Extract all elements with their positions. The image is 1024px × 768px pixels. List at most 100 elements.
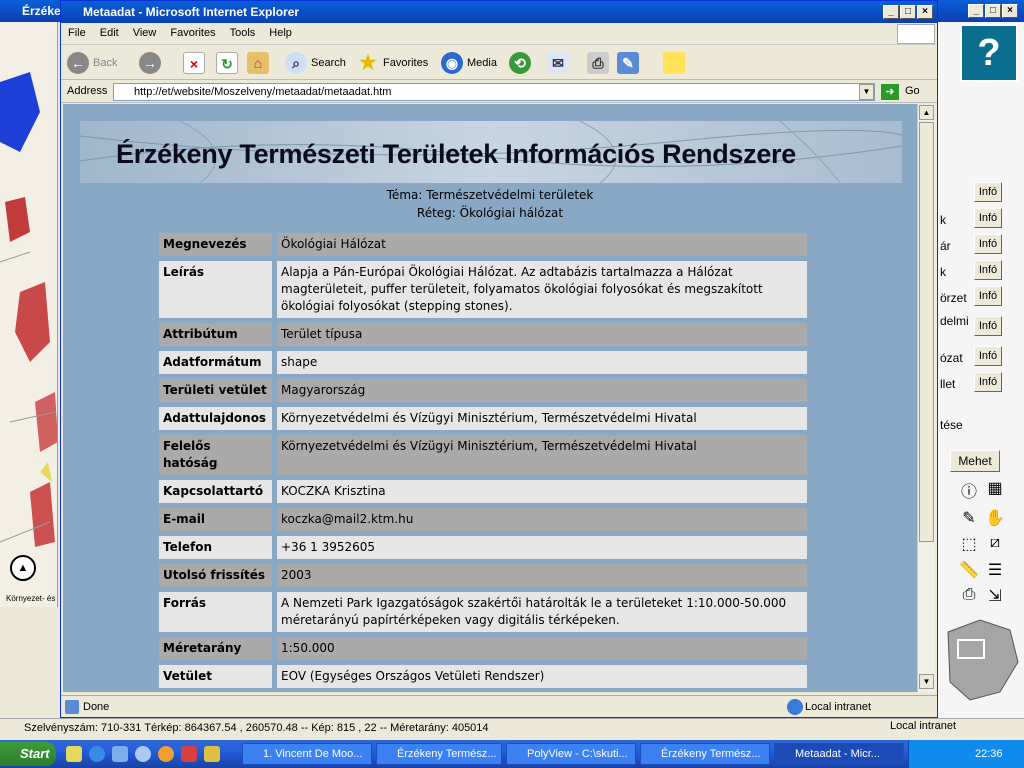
- address-dropdown-icon[interactable]: ▼: [859, 84, 874, 100]
- print-button[interactable]: ⎙: [587, 50, 609, 76]
- minimize-icon[interactable]: _: [968, 4, 984, 18]
- app-icon[interactable]: [204, 746, 220, 762]
- map-view[interactable]: ▲ Környezet- és: [0, 22, 58, 607]
- favorites-button[interactable]: ★ Favorites: [357, 50, 428, 76]
- scroll-down-icon[interactable]: ▼: [919, 674, 934, 689]
- menu-edit[interactable]: Edit: [93, 23, 126, 39]
- address-input[interactable]: http://et/website/Moszelveny/metaadat/me…: [113, 83, 875, 101]
- start-button[interactable]: Start: [0, 742, 56, 766]
- toolbar: ← Back → × ↻ ⌂ ⌕ Search ★ Favorites ◉ Media …: [61, 46, 937, 80]
- info-tool-icon[interactable]: ⓘ: [956, 478, 982, 502]
- menu-favorites[interactable]: Favorites: [163, 23, 222, 39]
- favorites-label: Favorites: [383, 57, 429, 69]
- info-button[interactable]: Infó: [974, 234, 1002, 254]
- quicklaunch-icon[interactable]: [66, 746, 82, 762]
- refresh-button[interactable]: ↻: [216, 50, 238, 76]
- go-icon[interactable]: ➜: [881, 84, 899, 100]
- history-button[interactable]: ⟲: [509, 50, 531, 76]
- info-button[interactable]: Infó: [974, 286, 1002, 306]
- next-button[interactable]: Mehet: [950, 450, 1000, 472]
- windows-logo-icon: [897, 24, 935, 44]
- address-label: Address: [67, 85, 108, 97]
- task-erzekeny-1[interactable]: Érzékeny Termész...: [376, 743, 502, 765]
- info-button[interactable]: Infó: [974, 316, 1002, 336]
- field-label: Vetület: [159, 665, 277, 688]
- media-button[interactable]: ◉ Media: [441, 50, 497, 76]
- table-row: E-mail koczka@mail2.ktm.hu: [159, 508, 807, 531]
- pan-tool-icon[interactable]: ✋: [982, 508, 1008, 528]
- list-tool-icon[interactable]: ☰: [982, 560, 1008, 580]
- task-vincent[interactable]: 1. Vincent De Moo...: [242, 743, 372, 765]
- field-value: EOV (Egységes Országos Vetületi Rendszer…: [277, 665, 807, 688]
- search-icon: ⌕: [285, 52, 307, 74]
- search-button[interactable]: ⌕ Search: [285, 50, 346, 76]
- menu-tools[interactable]: Tools: [223, 23, 263, 39]
- media-label: Media: [467, 57, 497, 69]
- ie-window: Metaadat - Microsoft Internet Explorer _…: [60, 0, 938, 718]
- home-icon: ⌂: [247, 52, 269, 74]
- ie-icon[interactable]: [89, 746, 105, 762]
- field-label: Megnevezés: [159, 233, 277, 256]
- field-value: Magyarország: [277, 379, 807, 402]
- close-icon[interactable]: ×: [917, 5, 933, 19]
- print-tool-icon[interactable]: ⎙: [956, 586, 982, 606]
- app-icon[interactable]: [181, 746, 197, 762]
- menu-file[interactable]: File: [61, 23, 93, 39]
- edit-button[interactable]: ✎: [617, 50, 639, 76]
- field-value: Környezetvédelmi és Vízügyi Minisztérium…: [277, 435, 807, 475]
- measure-tool-icon[interactable]: 📏: [956, 560, 982, 580]
- info-button[interactable]: Infó: [974, 372, 1002, 392]
- erase-tool-icon[interactable]: ⧄: [982, 534, 1008, 554]
- info-button[interactable]: Infó: [974, 346, 1002, 366]
- field-value: +36 1 3952605: [277, 536, 807, 559]
- go-button[interactable]: Go: [905, 85, 920, 97]
- field-value: 2003: [277, 564, 807, 587]
- menu-view[interactable]: View: [126, 23, 164, 39]
- panel-label: delmi: [940, 314, 969, 328]
- close-icon[interactable]: ×: [1002, 4, 1018, 18]
- note-button[interactable]: [663, 50, 685, 76]
- globe-icon: [787, 699, 803, 715]
- system-tray: 22:36: [908, 740, 1024, 768]
- info-button[interactable]: Infó: [974, 208, 1002, 228]
- field-value: Alapja a Pán-Európai Ökológiai Hálózat. …: [277, 261, 807, 318]
- scroll-thumb[interactable]: [919, 122, 934, 542]
- edit-icon: ✎: [617, 52, 639, 74]
- status-bar: Done Local intranet: [61, 695, 937, 717]
- forward-icon: →: [139, 52, 161, 74]
- explorer-icon[interactable]: [112, 746, 128, 762]
- table-row: Forrás A Nemzeti Park Igazgatóságok szaké…: [159, 592, 807, 632]
- background-zone: Local intranet: [890, 720, 957, 732]
- export-tool-icon[interactable]: ⇲: [982, 586, 1008, 606]
- help-icon[interactable]: ?: [960, 24, 1018, 82]
- quick-launch: [66, 746, 236, 764]
- info-button[interactable]: Infó: [974, 260, 1002, 280]
- vertical-scrollbar[interactable]: ▲ ▼: [917, 104, 935, 692]
- back-button[interactable]: ← Back: [67, 50, 117, 76]
- overview-map[interactable]: [940, 612, 1024, 712]
- field-label: Méretarány: [159, 637, 277, 660]
- zoom-tool-icon[interactable]: ▦: [982, 478, 1008, 502]
- task-metaadat[interactable]: Metaadat - Micr...: [774, 743, 904, 765]
- mail-button[interactable]: ✉: [547, 50, 569, 76]
- media-icon: ◉: [441, 52, 463, 74]
- maximize-icon[interactable]: □: [985, 4, 1001, 18]
- edit-tool-icon[interactable]: ✎: [956, 508, 982, 528]
- minimize-icon[interactable]: _: [883, 5, 899, 19]
- stop-button[interactable]: ×: [183, 50, 205, 76]
- maximize-icon[interactable]: □: [900, 5, 916, 19]
- select-tool-icon[interactable]: ⬚: [956, 534, 982, 554]
- address-bar: Address http://et/website/Moszelveny/met…: [61, 81, 937, 103]
- task-erzekeny-2[interactable]: Érzékeny Termész...: [640, 743, 770, 765]
- scroll-up-icon[interactable]: ▲: [919, 105, 934, 120]
- menu-help[interactable]: Help: [262, 23, 299, 39]
- search-label: Search: [311, 57, 346, 69]
- task-polyview[interactable]: PolyView - C:\skuti...: [506, 743, 636, 765]
- app-icon[interactable]: [158, 746, 174, 762]
- home-button[interactable]: ⌂: [247, 50, 269, 76]
- media-player-icon[interactable]: [135, 746, 151, 762]
- field-label: Felelős hatóság: [159, 435, 277, 475]
- info-button[interactable]: Infó: [974, 182, 1002, 202]
- field-value: 1:50.000: [277, 637, 807, 660]
- forward-button[interactable]: →: [139, 50, 161, 76]
